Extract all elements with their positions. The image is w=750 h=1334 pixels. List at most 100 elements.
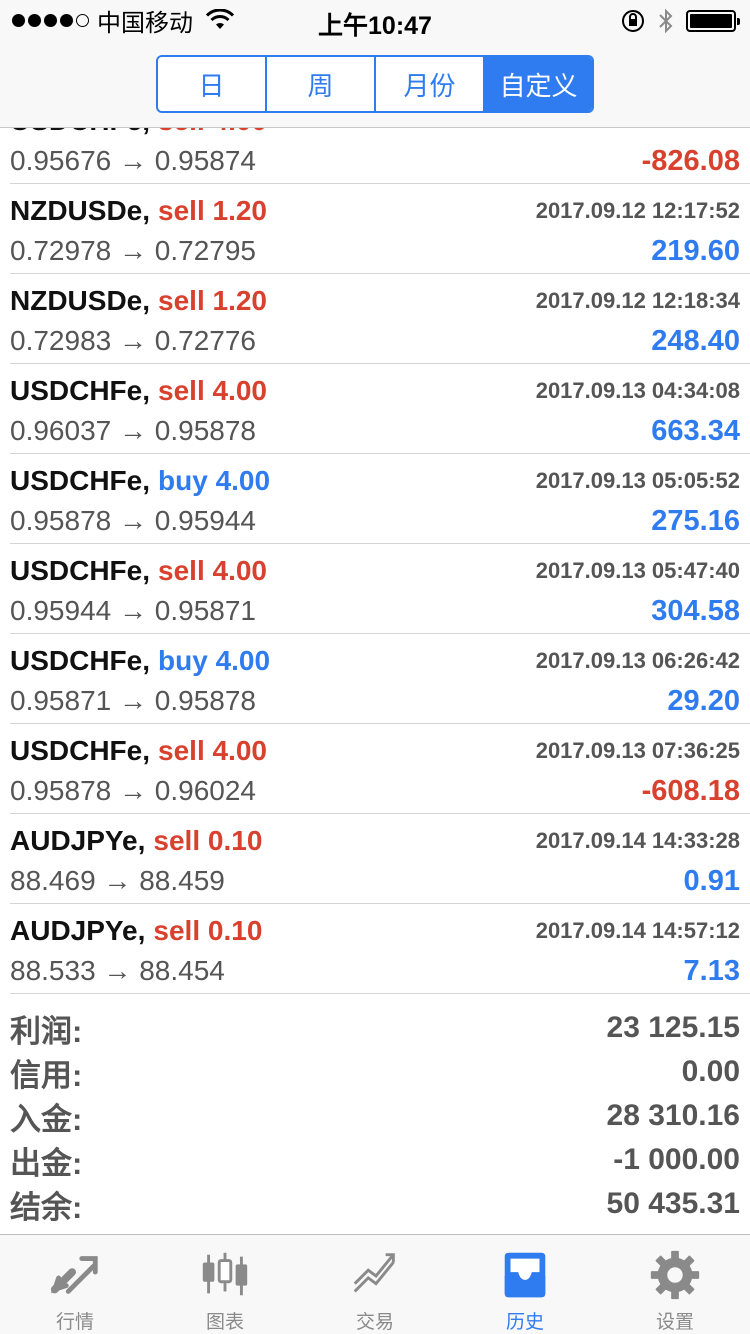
trade-row[interactable]: USDCHFe, sell 4.00 0.95676 → 0.95874 -826.0… (10, 128, 750, 184)
trade-datetime: 2017.09.13 06:26:42 (535, 648, 740, 673)
period-segmented-control: 日 周 月份 自定义 (156, 55, 594, 113)
trade-profit: 219.60 (651, 234, 740, 267)
trade-prices: 0.95878 → 0.95944 (10, 505, 256, 536)
summary-balance-row: 结余: 50 435.31 (10, 1182, 740, 1226)
summary-deposit-row: 入金: 28 310.16 (10, 1094, 740, 1138)
trade-row-details: 0.95871 → 0.95878 29.20 (10, 682, 740, 720)
trade-symbol: USDCHFe, (10, 375, 151, 406)
trade-symbol: USDCHFe, (10, 735, 151, 766)
trade-row-details: 0.96037 → 0.95878 663.34 (10, 412, 740, 450)
trade-symbol: USDCHFe, (10, 555, 151, 586)
trade-row-details: 0.72983 → 0.72776 248.40 (10, 322, 740, 360)
trade-symbol: AUDJPYe, (10, 825, 146, 856)
trade-row-details: 88.533 → 88.454 7.13 (10, 952, 740, 990)
summary-profit-value: 23 125.15 (606, 1011, 740, 1044)
trade-row[interactable]: USDCHFe, buy 4.00 2017.09.13 06:26:42 0.958… (10, 634, 750, 724)
trade-row-details: 88.469 → 88.459 0.91 (10, 862, 740, 900)
trade-row-details: 0.95878 → 0.96024 -608.18 (10, 772, 740, 810)
trade-side-volume: sell 4.00 (158, 555, 267, 586)
summary-withdrawal-label: 出金: (10, 1145, 83, 1181)
trade-side-volume: buy 4.00 (158, 645, 271, 676)
trade-datetime: 2017.09.12 12:18:34 (535, 288, 740, 313)
trade-history-list[interactable]: USDCHFe,sell 4.000.95676 → 0.95874-826.0… (0, 128, 750, 994)
summary-profit-row: 利润: 23 125.15 (10, 1006, 740, 1050)
trade-side-volume: sell 4.00 (158, 735, 267, 766)
summary-credit-row: 信用: 0.00 (10, 1050, 740, 1094)
trade-prices: 0.72978 → 0.72795 (10, 235, 256, 266)
tab-history[interactable]: 历史 (450, 1235, 600, 1334)
trade-profit: 304.58 (651, 594, 740, 627)
trade-row-header: USDCHFe, sell 4.00 2017.09.13 05:47:40 (10, 552, 740, 590)
trade-row[interactable]: USDCHFe, sell 4.00 2017.09.13 05:47:40 0.95… (10, 544, 750, 634)
summary-credit-label: 信用: (10, 1057, 83, 1093)
trade-symbol: USDCHFe, (10, 128, 150, 137)
trade-side-volume: buy 4.00 (158, 465, 271, 496)
trade-prices: 0.95676 → 0.95874 (10, 145, 256, 176)
tab-day[interactable]: 日 (158, 57, 267, 111)
trade-profit: 663.34 (651, 414, 740, 447)
trade-side-volume: sell 1.20 (158, 285, 267, 316)
trade-datetime: 2017.09.13 07:36:25 (535, 738, 740, 763)
trade-prices: 88.533 → 88.454 (10, 955, 225, 986)
trade-symbol: AUDJPYe, (10, 915, 146, 946)
trade-row-details: 0.95878 → 0.95944 275.16 (10, 502, 740, 540)
trade-prices: 0.95944 → 0.95871 (10, 595, 256, 626)
trade-prices: 88.469 → 88.459 (10, 865, 225, 896)
trade-datetime: 2017.09.14 14:33:28 (535, 828, 740, 853)
summary-profit-label: 利润: (10, 1013, 83, 1049)
trade-side-volume: sell 1.20 (158, 195, 267, 226)
trade-row-details: 0.72978 → 0.72795 219.60 (10, 232, 740, 270)
tab-chart-label: 图表 (205, 1312, 244, 1333)
trade-symbol: USDCHFe, (10, 465, 151, 496)
trade-row-header: USDCHFe, sell 4.00 2017.09.13 04:34:08 (10, 372, 740, 410)
tab-settings[interactable]: 设置 (600, 1235, 750, 1334)
summary-credit-value: 0.00 (681, 1055, 740, 1088)
trade-datetime: 2017.09.13 04:34:08 (535, 378, 740, 403)
trade-row-header: USDCHFe, buy 4.00 2017.09.13 06:26:42 (10, 642, 740, 680)
trade-symbol: NZDUSDe, (10, 195, 151, 226)
account-summary: 利润: 23 125.15 信用: 0.00 入金: 28 310.16 出金:… (10, 1006, 740, 1226)
trade-row-header: NZDUSDe, sell 1.20 2017.09.12 12:18:34 (10, 282, 740, 320)
status-bar: 中国移动 上午10:47 (0, 0, 750, 40)
history-icon (504, 1252, 546, 1298)
trade-row[interactable]: NZDUSDe, sell 1.20 2017.09.12 12:18:34 0.72… (10, 274, 750, 364)
trade-profit: 248.40 (651, 324, 740, 357)
quotes-icon (50, 1256, 98, 1294)
trade-prices: 0.95871 → 0.95878 (10, 685, 256, 716)
trade-row-header: NZDUSDe, sell 1.20 2017.09.12 12:17:52 (10, 192, 740, 230)
trade-datetime: 2017.09.12 12:17:52 (535, 198, 740, 223)
trade-row-header: USDCHFe, sell 4.00 (10, 128, 740, 140)
trade-row-header: USDCHFe, buy 4.00 2017.09.13 05:05:52 (10, 462, 740, 500)
trade-row-header: AUDJPYe, sell 0.10 2017.09.14 14:57:12 (10, 912, 740, 950)
trade-symbol: NZDUSDe, (10, 285, 151, 316)
summary-deposit-label: 入金: (10, 1101, 83, 1137)
trade-row-header: AUDJPYe, sell 0.10 2017.09.14 14:33:28 (10, 822, 740, 860)
summary-withdrawal-row: 出金: -1 000.00 (10, 1138, 740, 1182)
trade-row-header: USDCHFe, sell 4.00 2017.09.13 07:36:25 (10, 732, 740, 770)
bluetooth-icon (659, 8, 673, 34)
tab-quotes[interactable]: 行情 (0, 1235, 150, 1334)
trade-row[interactable]: USDCHFe, sell 4.00 2017.09.13 04:34:08 0.96… (10, 364, 750, 454)
trade-symbol: USDCHFe, (10, 645, 151, 676)
trade-row[interactable]: AUDJPYe, sell 0.10 2017.09.14 14:33:28 88.4… (10, 814, 750, 904)
orientation-lock-icon (622, 10, 644, 32)
tab-quotes-label: 行情 (55, 1312, 94, 1333)
trade-row[interactable]: NZDUSDe, sell 1.20 2017.09.12 12:17:52 0.72… (10, 184, 750, 274)
summary-withdrawal-value: -1 000.00 (613, 1143, 740, 1176)
trade-row[interactable]: USDCHFe, sell 4.00 2017.09.13 07:36:25 0.95… (10, 724, 750, 814)
trade-profit: 29.20 (667, 684, 740, 717)
trade-row[interactable]: USDCHFe, buy 4.00 2017.09.13 05:05:52 0.958… (10, 454, 750, 544)
tab-chart[interactable]: 图表 (150, 1235, 300, 1334)
summary-deposit-value: 28 310.16 (606, 1099, 740, 1132)
trade-row-details: 0.95944 → 0.95871 304.58 (10, 592, 740, 630)
trade-profit: -608.18 (641, 774, 740, 807)
trade-profit: 7.13 (683, 954, 740, 987)
trade-profit: 0.91 (683, 864, 740, 897)
tab-trade[interactable]: 交易 (300, 1235, 450, 1334)
tab-custom[interactable]: 自定义 (485, 57, 592, 111)
tab-history-label: 历史 (505, 1312, 544, 1333)
tab-month[interactable]: 月份 (376, 57, 485, 111)
trade-row[interactable]: AUDJPYe, sell 0.10 2017.09.14 14:57:12 88.5… (10, 904, 750, 994)
trade-prices: 0.72983 → 0.72776 (10, 325, 256, 356)
tab-week[interactable]: 周 (267, 57, 376, 111)
